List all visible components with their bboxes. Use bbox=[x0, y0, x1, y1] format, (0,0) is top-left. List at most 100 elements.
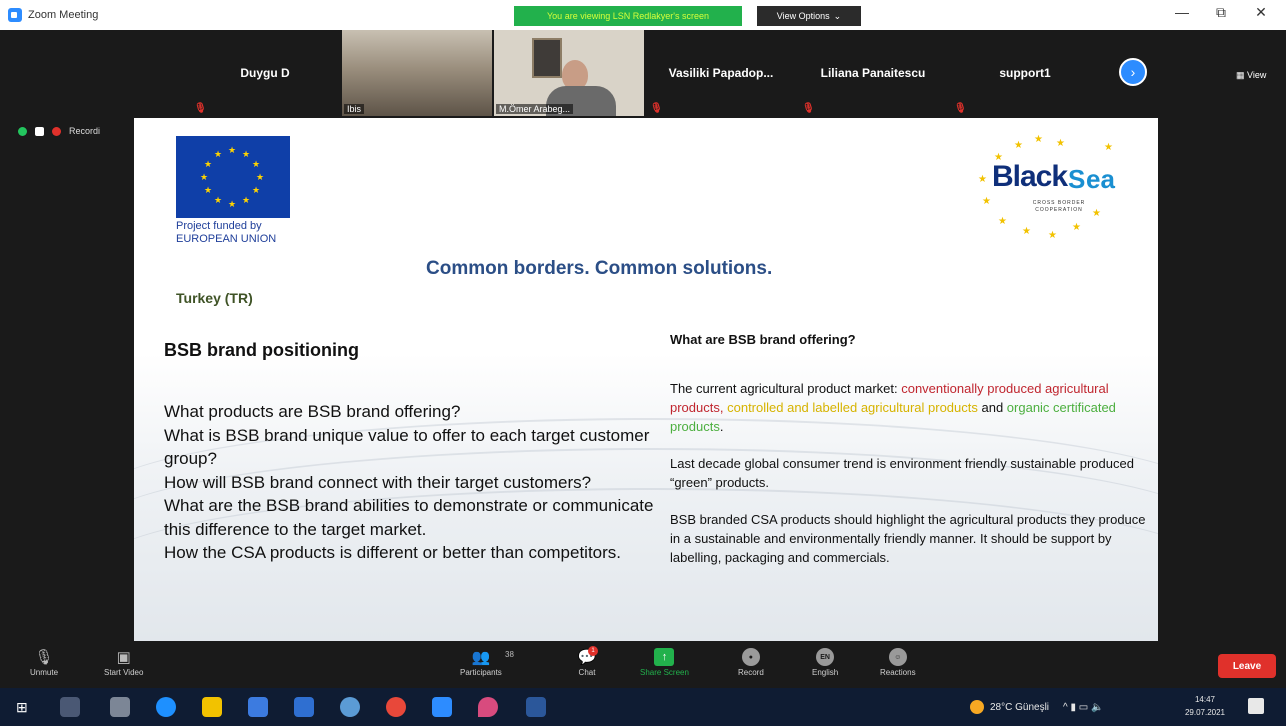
participant-video-tile[interactable]: Ibis bbox=[342, 30, 492, 116]
clock-date: 29.07.2021 bbox=[1184, 708, 1226, 717]
market-prefix: The current agricultural product market: bbox=[670, 381, 902, 396]
market-paragraph: The current agricultural product market:… bbox=[670, 379, 1150, 436]
participant-tile[interactable]: Duygu D 🎙 bbox=[190, 30, 340, 116]
eu-caption-line: EUROPEAN UNION bbox=[176, 233, 277, 245]
question-line: What is BSB brand unique value to offer … bbox=[164, 425, 650, 469]
video-off-icon: ▣ bbox=[116, 649, 131, 666]
tray-icons[interactable]: ^ ▮ ▭ 🔈 bbox=[1063, 702, 1103, 713]
country-label: Turkey (TR) bbox=[176, 290, 253, 306]
unmute-button[interactable]: 🎙 Unmute bbox=[30, 646, 58, 677]
task-view-icon[interactable] bbox=[60, 697, 80, 717]
window-title: Zoom Meeting bbox=[28, 9, 99, 21]
question-list: What products are BSB brand offering? Wh… bbox=[164, 400, 654, 565]
view-options-button[interactable]: View Options ⌄ bbox=[757, 6, 861, 26]
camera-app-icon[interactable] bbox=[110, 697, 130, 717]
network-app-icon[interactable] bbox=[340, 697, 360, 717]
share-screen-icon: ↑ bbox=[654, 648, 675, 666]
participant-name: Duygu D bbox=[240, 66, 290, 80]
question-line: What are the BSB brand abilities to demo… bbox=[164, 496, 654, 539]
participant-video-tile[interactable]: M.Ömer Arabeg... bbox=[494, 30, 644, 116]
leave-button[interactable]: Leave bbox=[1218, 654, 1276, 678]
language-button[interactable]: EN English bbox=[812, 646, 838, 677]
clock-time: 14:47 bbox=[1194, 695, 1216, 704]
start-video-button[interactable]: ▣ Start Video bbox=[104, 646, 143, 677]
participant-tile[interactable]: support1 🎙 bbox=[950, 30, 1100, 116]
windows-start-icon[interactable]: ⊞ bbox=[16, 697, 36, 717]
weather-text[interactable]: 28°C Güneşli bbox=[990, 702, 1049, 713]
reactions-button[interactable]: ☺ Reactions bbox=[880, 646, 916, 677]
system-tray: 28°C Güneşli ^ ▮ ▭ 🔈 bbox=[970, 688, 1103, 726]
status-indicators: Recordi bbox=[18, 126, 100, 136]
unmute-label: Unmute bbox=[30, 668, 59, 677]
record-label: Record bbox=[738, 668, 764, 677]
maximize-button[interactable]: ⧉ bbox=[1206, 4, 1236, 21]
question-line: What products are BSB brand offering? bbox=[164, 402, 461, 421]
word-app-icon[interactable] bbox=[526, 697, 546, 717]
share-screen-icon-wrap: ↑ bbox=[653, 646, 675, 668]
participant-tile[interactable]: Liliana Panaitescu 🎙 bbox=[798, 30, 948, 116]
chat-badge: 1 bbox=[588, 646, 598, 656]
share-screen-button[interactable]: ↑ Share Screen bbox=[640, 646, 689, 677]
record-icon-wrap: ● bbox=[740, 646, 762, 668]
mic-muted-icon: 🎙 bbox=[954, 103, 967, 114]
file-explorer-icon[interactable] bbox=[202, 697, 222, 717]
language-icon-wrap: EN bbox=[814, 646, 836, 668]
background-portrait bbox=[532, 38, 562, 78]
black-sea-logo: ★ ★ ★ ★ ★ ★ ★ ★ ★ ★ ★ ★ Black S ea CROSS… bbox=[978, 134, 1115, 241]
right-column: What are BSB brand offering? The current… bbox=[670, 330, 1150, 567]
mic-muted-icon: 🎙 bbox=[34, 649, 54, 666]
zoom-taskbar-icon[interactable] bbox=[432, 697, 452, 717]
mic-muted-icon: 🎙 bbox=[802, 103, 815, 114]
drop-app-icon[interactable] bbox=[478, 697, 498, 717]
participants-button[interactable]: 👥 Participants bbox=[460, 646, 502, 677]
meeting-toolbar: 🎙 Unmute ▣ Start Video 👥 Participants 38… bbox=[0, 644, 1286, 688]
gallery-view-button[interactable]: ▦ View bbox=[1236, 70, 1266, 81]
participant-name: Vasiliki Papadop... bbox=[668, 66, 774, 80]
record-button[interactable]: ● Record bbox=[738, 646, 764, 677]
chrome-browser-icon[interactable] bbox=[386, 697, 406, 717]
windows-taskbar: ⊞ 28°C Güneşli ^ ▮ ▭ 🔈 14:47 29.07.2021 bbox=[0, 688, 1286, 726]
weather-sun-icon bbox=[970, 700, 984, 714]
logo-s: S bbox=[1068, 164, 1086, 194]
screen-share-banner: You are viewing LSN Redlakyer's screen bbox=[514, 6, 742, 26]
participants-icon: 👥 bbox=[471, 649, 491, 666]
left-heading: BSB brand positioning bbox=[164, 340, 359, 360]
slide-title: Common borders. Common solutions. bbox=[426, 258, 773, 279]
market-and: and bbox=[977, 400, 1007, 415]
minimize-button[interactable]: — bbox=[1167, 4, 1197, 20]
eu-flag-logo: ★ ★ ★ ★ ★ ★ ★ ★ ★ ★ ★ ★ bbox=[176, 136, 290, 218]
language-label: English bbox=[812, 668, 839, 677]
reactions-icon: ☺ bbox=[888, 648, 907, 666]
edge-browser-icon[interactable] bbox=[156, 697, 176, 717]
close-button[interactable]: ✕ bbox=[1246, 4, 1276, 21]
view-options-label: View Options bbox=[776, 11, 830, 21]
participant-name: Ibis bbox=[344, 104, 365, 114]
start-video-label: Start Video bbox=[104, 668, 144, 677]
question-line: How will BSB brand connect with their ta… bbox=[164, 472, 592, 492]
notification-icon[interactable] bbox=[1248, 698, 1264, 714]
clock[interactable]: 14:47 29.07.2021 bbox=[1180, 693, 1230, 719]
next-page-arrow-icon[interactable]: › bbox=[1119, 58, 1147, 86]
participant-name: M.Ömer Arabeg... bbox=[496, 104, 574, 114]
mic-muted-icon: 🎙 bbox=[650, 103, 663, 114]
participants-count: 38 bbox=[505, 650, 514, 659]
participant-name: Liliana Panaitescu bbox=[820, 66, 926, 80]
market-controlled: controlled and labelled agricultural pro… bbox=[727, 400, 978, 415]
eu-caption: Project funded by EUROPEAN UNION bbox=[176, 220, 276, 246]
mail-icon[interactable] bbox=[294, 697, 314, 717]
market-end: . bbox=[719, 419, 724, 434]
language-icon: EN bbox=[816, 648, 835, 666]
logo-word-black: Black bbox=[992, 160, 1068, 193]
recording-label: Recordi bbox=[69, 126, 101, 136]
participant-name: support1 bbox=[999, 66, 1051, 80]
participant-tile[interactable]: Vasiliki Papadop... 🎙 bbox=[646, 30, 796, 116]
store-icon[interactable] bbox=[248, 697, 268, 717]
chat-button[interactable]: 💬 1 Chat bbox=[576, 646, 598, 677]
mic-muted-icon: 🎙 bbox=[194, 103, 207, 114]
logo-subtitle: CROSS BORDER COOPERATION bbox=[1032, 200, 1086, 213]
shared-slide: ★ ★ ★ ★ ★ ★ ★ ★ ★ ★ ★ ★ Project funded b… bbox=[134, 118, 1158, 641]
security-shield-icon bbox=[18, 126, 27, 136]
reactions-icon-wrap: ☺ bbox=[887, 646, 909, 668]
logo-word-sea: ea bbox=[1086, 164, 1115, 194]
question-line: How the CSA products is different or bet… bbox=[164, 543, 622, 562]
